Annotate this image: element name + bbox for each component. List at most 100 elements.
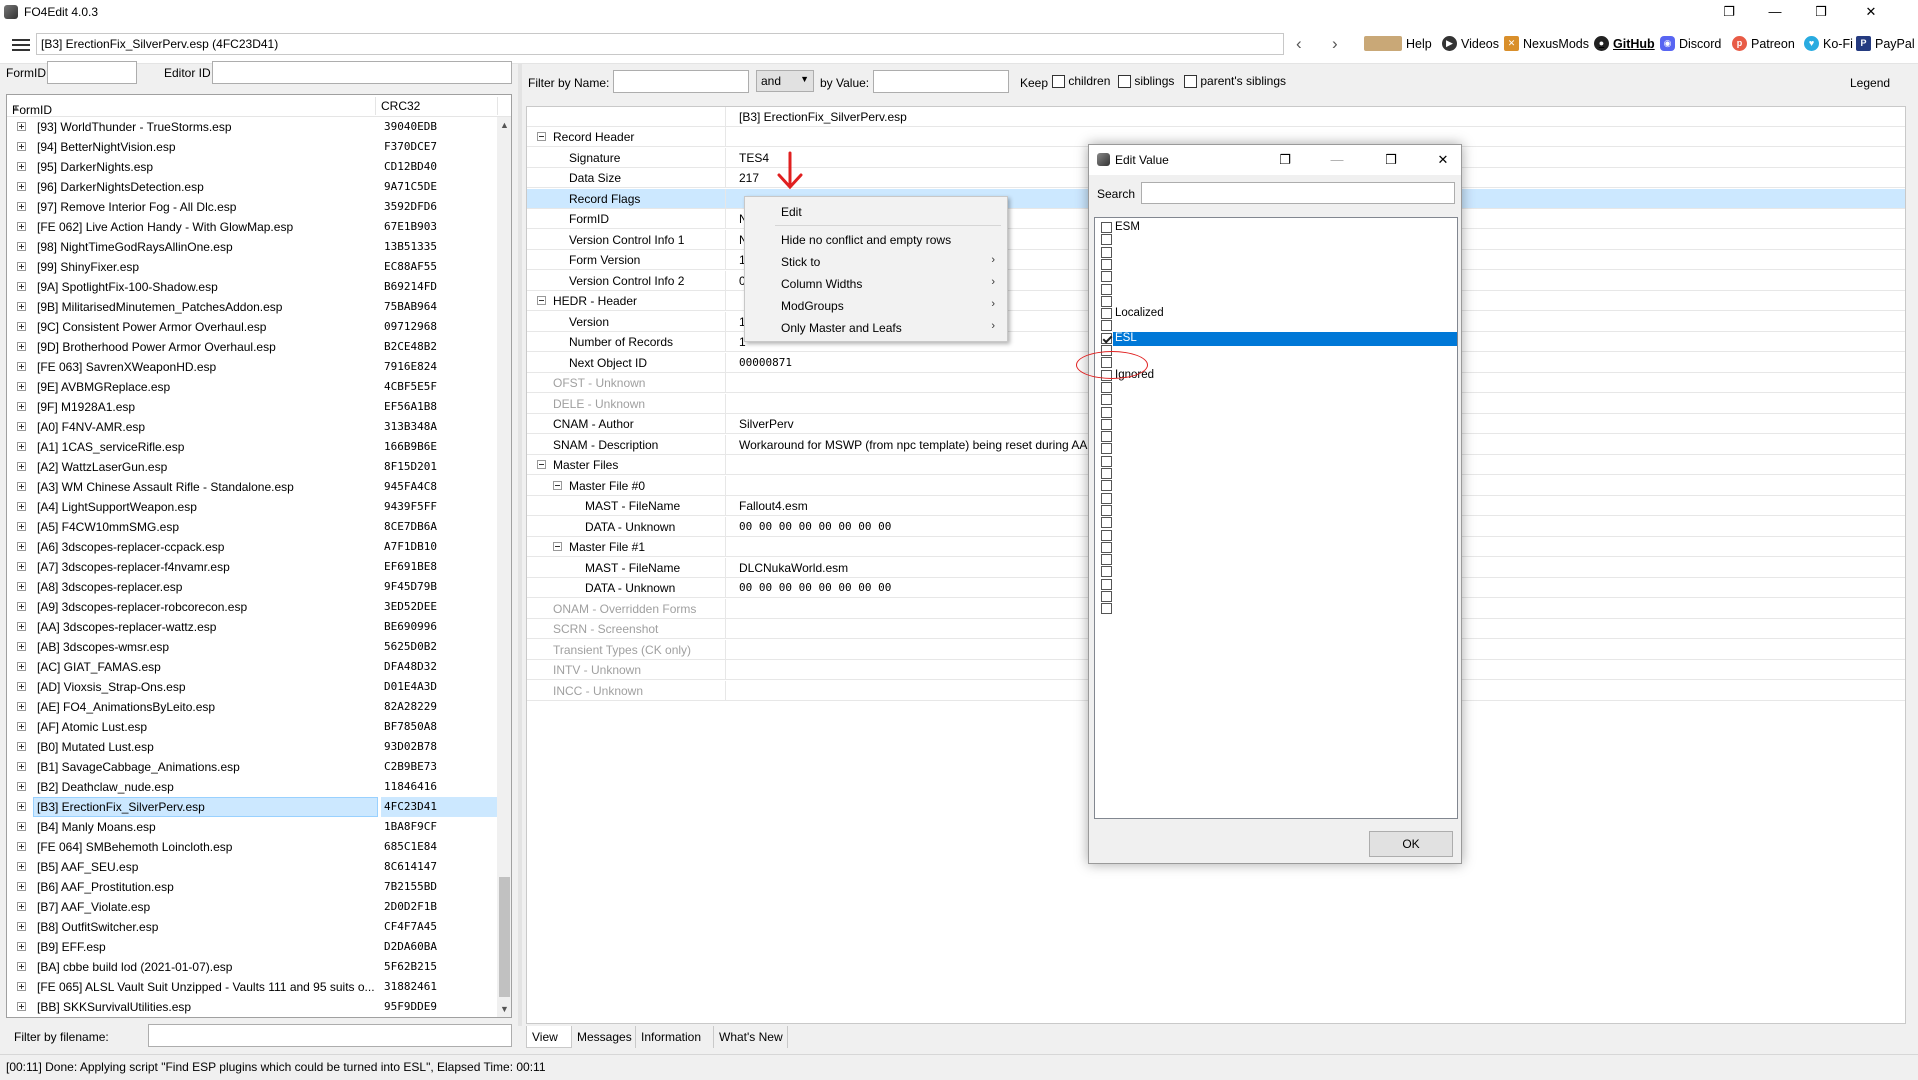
record-path-field[interactable]: [B3] ErectionFix_SilverPerv.esp (4FC23D4…	[36, 33, 1284, 55]
expand-icon[interactable]	[17, 922, 26, 931]
collapse-icon[interactable]	[553, 480, 562, 490]
and-or-select[interactable]: and ▼	[756, 70, 814, 92]
paypal-link[interactable]: P PayPal	[1856, 36, 1915, 51]
tree-row[interactable]: [9A] SpotlightFix-100-Shadow.esp B69214FD	[7, 277, 497, 297]
checkbox-icon[interactable]	[1101, 406, 1112, 418]
collapse-icon[interactable]	[537, 132, 546, 141]
tree-row[interactable]: [9E] AVBMGReplace.esp 4CBF5E5F	[7, 377, 497, 397]
tree-row[interactable]: [AD] Vioxsis_Strap-Ons.esp D01E4A3D	[7, 677, 497, 697]
checkbox-icon[interactable]	[1101, 603, 1112, 615]
expand-icon[interactable]	[17, 402, 26, 411]
expand-icon[interactable]	[17, 202, 26, 211]
checkbox-icon[interactable]	[1101, 443, 1112, 455]
expand-icon[interactable]	[17, 942, 26, 951]
expand-icon[interactable]	[17, 502, 26, 511]
tree-row[interactable]: [A2] WattzLaserGun.esp 8F15D201	[7, 457, 497, 477]
expand-icon[interactable]	[17, 682, 26, 691]
children-checkbox[interactable]: children	[1052, 74, 1110, 89]
expand-icon[interactable]	[17, 842, 26, 851]
tree-row[interactable]: [FE 062] Live Action Handy - With GlowMa…	[7, 217, 497, 237]
expand-icon[interactable]	[17, 382, 26, 391]
checkbox-icon[interactable]	[1101, 320, 1112, 332]
tree-row[interactable]: [B8] OutfitSwitcher.esp CF4F7A45	[7, 917, 497, 937]
tree-row[interactable]: [A6] 3dscopes-replacer-ccpack.esp A7F1DB1…	[7, 537, 497, 557]
flag-item[interactable]	[1095, 602, 1457, 616]
expand-icon[interactable]	[17, 442, 26, 451]
tree-row[interactable]: [AE] FO4_AnimationsByLeito.esp 82A28229	[7, 697, 497, 717]
expand-icon[interactable]	[17, 262, 26, 271]
expand-icon[interactable]	[17, 722, 26, 731]
tree-row[interactable]: [FE 063] SavrenXWeaponHD.esp 7916E824	[7, 357, 497, 377]
checkbox-icon[interactable]	[1101, 541, 1112, 553]
tab-messages[interactable]: Messages	[572, 1026, 636, 1048]
expand-icon[interactable]	[17, 342, 26, 351]
tab-information[interactable]: Information	[636, 1026, 714, 1048]
tree-row[interactable]: [9F] M1928A1.esp EF56A1B8	[7, 397, 497, 417]
forward-arrow-icon[interactable]: ›	[1332, 34, 1338, 54]
tree-row[interactable]: [95] DarkerNights.esp CD12BD40	[7, 157, 497, 177]
snap-icon[interactable]: ❐	[1706, 0, 1752, 24]
close-button[interactable]: ✕	[1848, 0, 1894, 24]
tree-row[interactable]: [A7] 3dscopes-replacer-f4nvamr.esp EF691B…	[7, 557, 497, 577]
expand-icon[interactable]	[17, 1002, 26, 1011]
filename-filter-input[interactable]	[148, 1024, 512, 1047]
column-divider[interactable]	[725, 107, 726, 127]
crc-column-header[interactable]: CRC32	[381, 99, 420, 113]
checkbox-icon[interactable]	[1101, 246, 1112, 258]
ok-button[interactable]: OK	[1369, 831, 1453, 857]
menu-item-hide-no-conflict[interactable]: Hide no conflict and empty rows	[745, 229, 1007, 251]
patreon-link[interactable]: p Patreon	[1732, 36, 1795, 51]
expand-icon[interactable]	[17, 882, 26, 891]
dialog-search-input[interactable]	[1141, 182, 1455, 204]
tree-row[interactable]: [B3] ErectionFix_SilverPerv.esp 4FC23D41	[7, 797, 497, 817]
menu-item-edit[interactable]: Edit	[745, 201, 1007, 223]
expand-icon[interactable]	[17, 242, 26, 251]
tree-row[interactable]: [98] NightTimeGodRaysAllinOne.esp 13B5133…	[7, 237, 497, 257]
siblings-checkbox[interactable]: siblings	[1118, 74, 1174, 89]
checkbox-icon[interactable]	[1101, 381, 1112, 393]
tree-row[interactable]: [96] DarkerNightsDetection.esp 9A71C5DE	[7, 177, 497, 197]
parent-siblings-checkbox[interactable]: parent's siblings	[1184, 74, 1286, 89]
tree-row[interactable]: [97] Remove Interior Fog - All Dlc.esp 35…	[7, 197, 497, 217]
nexusmods-link[interactable]: ✕ NexusMods	[1504, 36, 1589, 51]
scroll-down-icon[interactable]: ▼	[500, 1004, 509, 1014]
tree-row[interactable]: [B4] Manly Moans.esp 1BA8F9CF	[7, 817, 497, 837]
kofi-link[interactable]: ♥ Ko-Fi	[1804, 36, 1853, 51]
tree-scrollbar[interactable]: ▲ ▼	[497, 117, 511, 1017]
expand-icon[interactable]	[17, 662, 26, 671]
tree-row[interactable]: [A4] LightSupportWeapon.esp 9439F5FF	[7, 497, 497, 517]
menu-item-modgroups[interactable]: ModGroups ›	[745, 295, 1007, 317]
checkbox-icon[interactable]	[1101, 504, 1112, 516]
expand-icon[interactable]	[17, 902, 26, 911]
expand-icon[interactable]	[17, 422, 26, 431]
menu-item-stick-to[interactable]: Stick to ›	[745, 251, 1007, 273]
tree-row[interactable]: [A0] F4NV-AMR.esp 313B348A	[7, 417, 497, 437]
editorid-input[interactable]	[212, 61, 512, 84]
dialog-snap-icon[interactable]: ❐	[1269, 149, 1301, 171]
flag-checklist[interactable]: ESM Localized ESL Ignored	[1094, 217, 1458, 819]
expand-icon[interactable]	[17, 742, 26, 751]
expand-icon[interactable]	[17, 782, 26, 791]
checkbox-icon[interactable]	[1101, 234, 1112, 246]
tree-row[interactable]: [FE 065] ALSL Vault Suit Unzipped - Vaul…	[7, 977, 497, 997]
collapse-icon[interactable]	[553, 542, 562, 551]
checkbox-icon[interactable]	[1101, 394, 1112, 406]
expand-icon[interactable]	[17, 522, 26, 531]
expand-icon[interactable]	[17, 542, 26, 551]
expand-icon[interactable]	[17, 182, 26, 191]
pane-splitter[interactable]	[518, 64, 522, 1026]
checkbox-icon[interactable]	[1101, 468, 1112, 479]
expand-icon[interactable]	[17, 362, 26, 371]
expand-icon[interactable]	[17, 602, 26, 611]
tree-row[interactable]: [A8] 3dscopes-replacer.esp 9F45D79B	[7, 577, 497, 597]
formid-input[interactable]	[47, 61, 137, 84]
minimize-button[interactable]: —	[1752, 0, 1798, 24]
checkbox-icon[interactable]	[1101, 308, 1112, 320]
expand-icon[interactable]	[17, 462, 26, 471]
checkbox-icon[interactable]	[1101, 271, 1112, 283]
checkbox-icon[interactable]	[1101, 554, 1112, 566]
tree-row[interactable]: [FE 064] SMBehemoth Loincloth.esp 685C1E8…	[7, 837, 497, 857]
plugin-tree[interactable]: FormID ▲ CRC32 [93] WorldThunder - TrueS…	[6, 94, 512, 1018]
tree-row[interactable]: [B2] Deathclaw_nude.esp 11846416	[7, 777, 497, 797]
checkbox-icon[interactable]	[1101, 258, 1112, 270]
